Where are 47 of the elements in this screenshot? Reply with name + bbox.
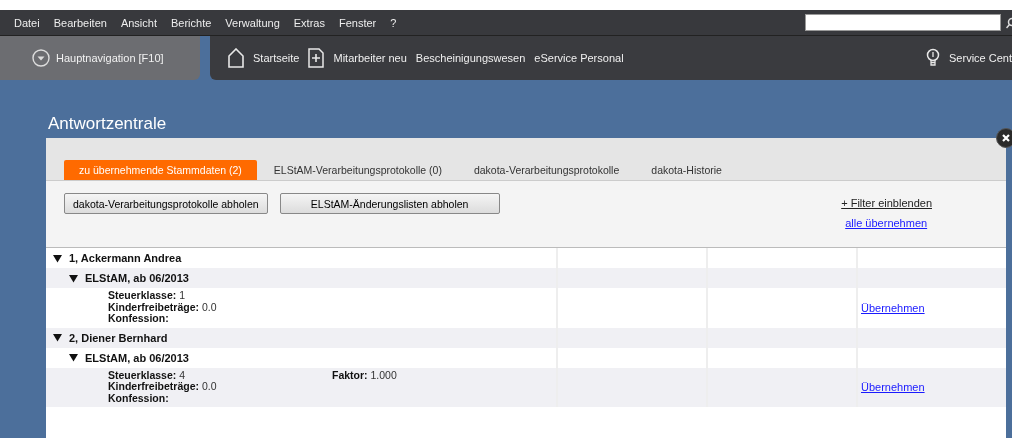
menu-item[interactable]: Verwaltung: [225, 16, 280, 29]
search-field[interactable]: [805, 14, 1001, 31]
field-text: Steuerklasse: 4: [108, 369, 187, 381]
menu-item[interactable]: Fenster: [338, 16, 377, 29]
fetch-button[interactable]: dakota-Verarbeitungsprotokolle abholen: [64, 193, 268, 214]
expand-triangle-icon[interactable]: [69, 273, 78, 283]
tree-item-label: ELStAM, ab 06/2013: [85, 272, 189, 284]
field-text: Faktor: 1.000: [332, 369, 398, 381]
close-button[interactable]: [996, 128, 1012, 148]
expand-triangle-icon[interactable]: [53, 333, 62, 342]
dropdown-circle-icon: [32, 49, 50, 67]
tab[interactable]: ELStAM-Verarbeitungsprotokolle (0): [258, 160, 457, 180]
nav-link[interactable]: Bescheinigungswesen: [415, 52, 526, 64]
dialog-title: Antwortzentrale: [47, 114, 168, 135]
menu-item[interactable]: Datei: [14, 16, 40, 29]
field-text: Steuerklasse: 1: [108, 290, 187, 302]
menu-item[interactable]: ?: [390, 16, 397, 29]
menu-item[interactable]: Berichte: [171, 16, 212, 29]
light-bulb-icon[interactable]: [926, 48, 940, 68]
field-text: Konfession:: [108, 313, 169, 325]
tab[interactable]: dakota-Historie: [636, 160, 737, 180]
menu-item[interactable]: Extras: [293, 16, 325, 29]
link[interactable]: + Filter einblenden: [841, 197, 932, 209]
accept-link[interactable]: Übernehmen: [861, 301, 925, 314]
field-text: Konfession:: [108, 392, 169, 404]
link[interactable]: alle übernehmen: [845, 217, 928, 229]
nav-link[interactable]: Startseite: [253, 52, 300, 64]
expand-triangle-icon[interactable]: [69, 353, 78, 362]
tree-item-label: ELStAM, ab 06/2013: [85, 351, 189, 364]
tree-item-label: 1, Ackermann Andrea: [69, 252, 182, 264]
nav-link[interactable]: Mitarbeiter neu: [333, 52, 407, 64]
expand-triangle-icon[interactable]: [53, 253, 62, 263]
main-navigation-button[interactable]: Hauptnavigation [F10]: [0, 36, 200, 80]
accept-link[interactable]: Übernehmen: [861, 381, 925, 394]
service-center-link[interactable]: Service Cent: [949, 52, 1012, 64]
nav-link[interactable]: eService Personal: [534, 52, 624, 64]
menu-item[interactable]: Ansicht: [120, 16, 157, 29]
field-text: Kinderfreibeträge: 0.0: [108, 301, 218, 313]
close-icon: [1001, 133, 1011, 143]
house-icon[interactable]: [228, 48, 244, 68]
tab[interactable]: dakota-Verarbeitungsprotokolle: [458, 160, 635, 180]
fetch-button[interactable]: ELStAM-Änderungslisten abholen: [279, 193, 500, 214]
tree-item-label: 2, Diener Bernhard: [69, 331, 168, 344]
search-icon[interactable]: [1006, 16, 1012, 29]
menu-item[interactable]: Bearbeiten: [53, 16, 107, 29]
new-document-icon[interactable]: [308, 48, 325, 68]
field-text: Kinderfreibeträge: 0.0: [108, 381, 218, 393]
